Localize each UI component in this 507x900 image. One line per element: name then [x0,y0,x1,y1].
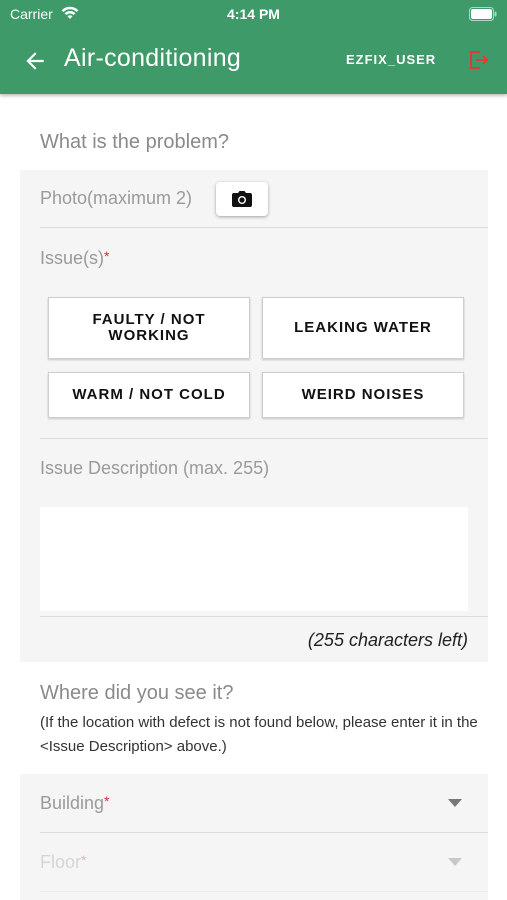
issue-chip-faulty[interactable]: FAULTY / NOT WORKING [48,297,250,359]
battery-icon [469,7,497,21]
username-label: EZFIX_USER [346,52,437,67]
logout-icon[interactable] [466,48,490,72]
dropdown-caret-icon [448,799,462,807]
divider [40,227,488,228]
location-card: Building* Floor* [20,774,488,900]
status-time: 4:14 PM [227,6,280,22]
status-bar: Carrier 4:14 PM [0,0,507,28]
required-mark: * [81,852,87,868]
back-arrow-icon[interactable] [22,48,48,74]
issue-chip-warm[interactable]: WARM / NOT COLD [48,372,250,418]
location-heading: Where did you see it? [40,682,234,704]
required-mark: * [104,248,110,264]
camera-button[interactable] [216,182,268,216]
chars-left-counter: (255 characters left) [307,630,468,650]
location-note: (If the location with defect is not foun… [40,714,478,755]
issues-label: Issue(s)* [40,248,110,268]
floor-select[interactable]: Floor* [20,833,488,891]
photo-label: Photo(maximum 2) [40,188,193,208]
floor-label: Floor* [40,852,87,872]
camera-icon [232,191,252,207]
description-input[interactable] [40,507,468,611]
app-bar: Air-conditioning EZFIX_USER [0,28,507,94]
problem-heading: What is the problem? [40,131,229,153]
divider [40,438,488,439]
page-title: Air-conditioning [64,44,242,72]
divider [40,616,488,617]
building-select[interactable]: Building* [20,774,488,832]
required-mark: * [104,793,110,809]
issue-chip-leaking[interactable]: LEAKING WATER [262,297,464,359]
dropdown-caret-icon [448,858,462,866]
divider [40,891,488,892]
issue-chip-noises[interactable]: WEIRD NOISES [262,372,464,418]
problem-card: Photo(maximum 2) Issue(s)* FAULTY / NOT … [20,170,488,662]
description-label: Issue Description (max. 255) [40,458,270,478]
building-label: Building* [40,793,110,813]
